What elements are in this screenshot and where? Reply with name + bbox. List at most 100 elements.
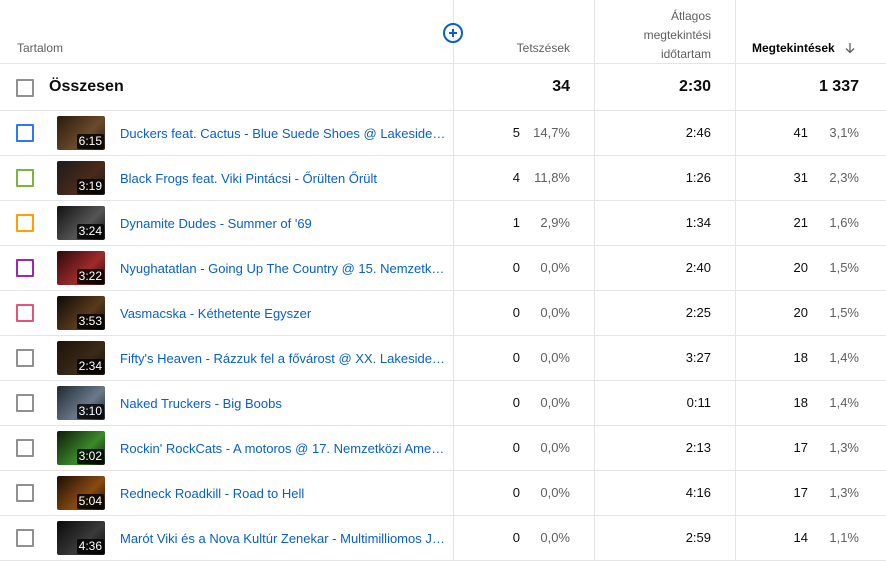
table-row[interactable]: 3:53 Vasmacska - Kéthetente Egyszer 0 0,… <box>0 291 886 336</box>
video-thumbnail[interactable]: 4:36 <box>57 521 105 555</box>
row-checkbox[interactable] <box>16 124 34 142</box>
row-views-pct: 1,4% <box>829 395 859 410</box>
video-duration: 3:02 <box>76 449 104 464</box>
row-checkbox[interactable] <box>16 529 34 547</box>
video-thumbnail[interactable]: 5:04 <box>57 476 105 510</box>
avg-duration-column-header[interactable]: Átlagos megtekintési időtartam <box>596 7 711 64</box>
video-thumbnail[interactable]: 3:53 <box>57 296 105 330</box>
row-views-pct: 2,3% <box>829 170 859 185</box>
table-row[interactable]: 5:04 Redneck Roadkill - Road to Hell 0 0… <box>0 471 886 516</box>
analytics-table: Tartalom Tetszések Átlagos megtekintési … <box>0 0 886 561</box>
avg-duration-header-line: Átlagos <box>670 9 711 23</box>
video-thumbnail[interactable]: 3:10 <box>57 386 105 420</box>
table-row[interactable]: 3:02 Rockin' RockCats - A motoros @ 17. … <box>0 426 886 471</box>
table-row[interactable]: 2:34 Fifty's Heaven - Rázzuk fel a fővár… <box>0 336 886 381</box>
video-title-link[interactable]: Redneck Roadkill - Road to Hell <box>120 486 446 501</box>
table-header: Tartalom Tetszések Átlagos megtekintési … <box>0 0 886 64</box>
table-row[interactable]: 3:24 Dynamite Dudes - Summer of '69 1 2,… <box>0 201 886 246</box>
row-avg-duration: 2:59 <box>685 530 711 545</box>
video-thumbnail[interactable]: 3:02 <box>57 431 105 465</box>
add-circle-icon[interactable] <box>443 23 463 43</box>
row-likes: 0 <box>512 350 520 365</box>
row-avg-duration: 2:46 <box>685 125 711 140</box>
video-duration: 3:19 <box>76 179 104 194</box>
video-duration: 3:24 <box>76 224 104 239</box>
row-views-pct: 1,4% <box>829 350 859 365</box>
video-thumbnail[interactable]: 6:15 <box>57 116 105 150</box>
video-duration: 3:53 <box>76 314 104 329</box>
select-all-checkbox[interactable] <box>16 79 34 97</box>
row-views: 31 <box>793 170 808 185</box>
video-duration: 3:22 <box>76 269 104 284</box>
row-likes-pct: 0,0% <box>540 395 570 410</box>
video-duration: 3:10 <box>76 404 104 419</box>
row-views-pct: 1,1% <box>829 530 859 545</box>
row-checkbox[interactable] <box>16 304 34 322</box>
row-avg-duration: 2:13 <box>685 440 711 455</box>
video-thumbnail[interactable]: 3:24 <box>57 206 105 240</box>
table-row[interactable]: 3:22 Nyughatatlan - Going Up The Country… <box>0 246 886 291</box>
row-checkbox[interactable] <box>16 214 34 232</box>
row-avg-duration: 0:11 <box>686 395 711 410</box>
video-duration: 5:04 <box>76 494 104 509</box>
row-likes: 0 <box>512 485 520 500</box>
content-column-header[interactable]: Tartalom <box>17 41 63 55</box>
video-title-link[interactable]: Nyughatatlan - Going Up The Country @ 15… <box>120 261 446 276</box>
row-checkbox[interactable] <box>16 169 34 187</box>
row-views-pct: 1,6% <box>829 215 859 230</box>
video-thumbnail[interactable]: 3:19 <box>57 161 105 195</box>
video-title-link[interactable]: Rockin' RockCats - A motoros @ 17. Nemze… <box>120 441 446 456</box>
video-title-link[interactable]: Duckers feat. Cactus - Blue Suede Shoes … <box>120 126 446 141</box>
table-row[interactable]: 6:15 Duckers feat. Cactus - Blue Suede S… <box>0 111 886 156</box>
table-row[interactable]: 4:36 Marót Viki és a Nova Kultúr Zenekar… <box>0 516 886 561</box>
avg-duration-header-line: időtartam <box>660 47 711 61</box>
row-likes: 4 <box>512 170 520 185</box>
row-checkbox[interactable] <box>16 394 34 412</box>
row-views: 18 <box>793 350 808 365</box>
row-checkbox[interactable] <box>16 349 34 367</box>
video-title-link[interactable]: Naked Truckers - Big Boobs <box>120 396 446 411</box>
row-views: 18 <box>793 395 808 410</box>
video-title-link[interactable]: Black Frogs feat. Viki Pintácsi - Őrülte… <box>120 171 446 186</box>
row-views-pct: 1,5% <box>829 260 859 275</box>
row-avg-duration: 1:34 <box>685 215 711 230</box>
row-likes-pct: 0,0% <box>540 260 570 275</box>
row-views-pct: 1,5% <box>829 305 859 320</box>
video-thumbnail[interactable]: 2:34 <box>57 341 105 375</box>
total-likes: 34 <box>552 78 570 95</box>
row-likes-pct: 0,0% <box>540 440 570 455</box>
row-checkbox[interactable] <box>16 484 34 502</box>
row-likes: 0 <box>512 305 520 320</box>
row-likes: 0 <box>512 395 520 410</box>
row-views: 17 <box>793 485 808 500</box>
row-likes: 0 <box>512 440 520 455</box>
video-title-link[interactable]: Fifty's Heaven - Rázzuk fel a fővárost @… <box>120 351 446 366</box>
row-views: 20 <box>793 260 808 275</box>
row-checkbox[interactable] <box>16 259 34 277</box>
likes-column-header[interactable]: Tetszések <box>490 41 570 55</box>
row-likes-pct: 0,0% <box>540 530 570 545</box>
row-likes-pct: 0,0% <box>540 350 570 365</box>
table-row[interactable]: 3:10 Naked Truckers - Big Boobs 0 0,0% 0… <box>0 381 886 426</box>
video-title-link[interactable]: Vasmacska - Kéthetente Egyszer <box>120 306 446 321</box>
total-row: Összesen 34 2:30 1 337 <box>0 64 886 111</box>
row-likes-pct: 0,0% <box>540 305 570 320</box>
row-likes-pct: 11,8% <box>534 170 570 185</box>
row-views-pct: 1,3% <box>829 485 859 500</box>
row-views: 14 <box>793 530 808 545</box>
row-views-pct: 3,1% <box>829 125 859 140</box>
row-views-pct: 1,3% <box>829 440 859 455</box>
row-likes: 0 <box>512 260 520 275</box>
video-duration: 4:36 <box>76 539 104 554</box>
views-column-header[interactable]: Megtekintések <box>752 41 835 55</box>
arrow-down-icon[interactable] <box>844 42 856 54</box>
row-likes: 1 <box>512 215 520 230</box>
video-title-link[interactable]: Dynamite Dudes - Summer of '69 <box>120 216 446 231</box>
row-checkbox[interactable] <box>16 439 34 457</box>
video-thumbnail[interactable]: 3:22 <box>57 251 105 285</box>
video-title-link[interactable]: Marót Viki és a Nova Kultúr Zenekar - Mu… <box>120 531 446 546</box>
table-row[interactable]: 3:19 Black Frogs feat. Viki Pintácsi - Ő… <box>0 156 886 201</box>
row-views: 20 <box>793 305 808 320</box>
total-label: Összesen <box>49 78 124 95</box>
row-likes-pct: 14,7% <box>533 125 570 140</box>
